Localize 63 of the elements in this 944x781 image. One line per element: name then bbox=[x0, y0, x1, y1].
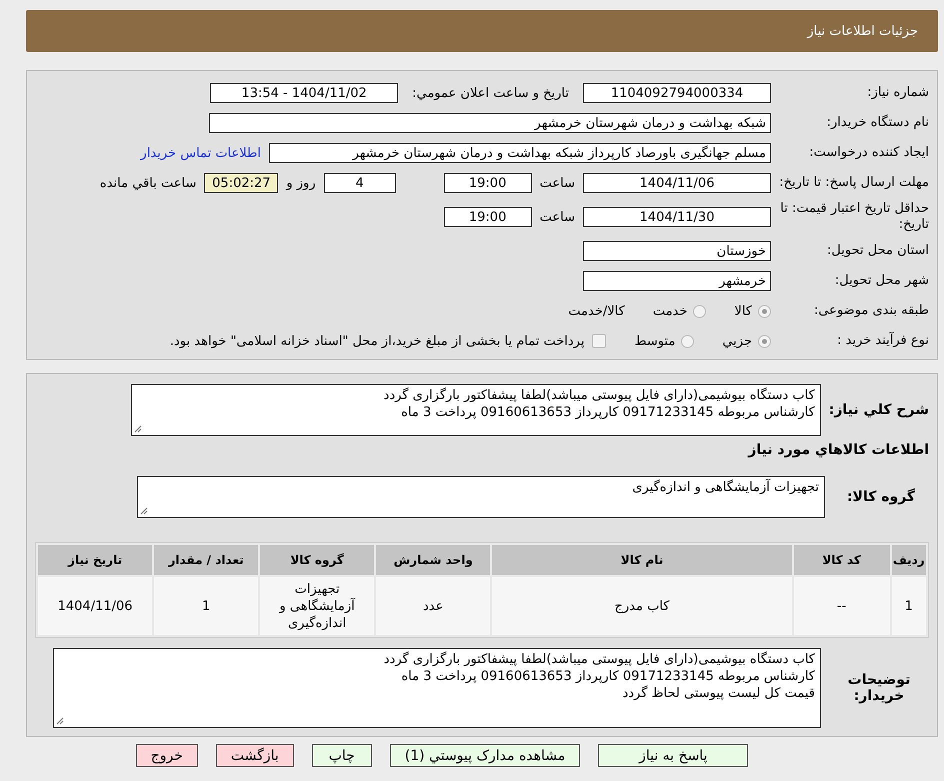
column-header: تاریخ نیاز bbox=[38, 545, 152, 575]
resize-grip-icon[interactable] bbox=[134, 425, 142, 433]
table-cell: 1 bbox=[154, 577, 258, 635]
option-label: جزيي bbox=[722, 334, 752, 348]
description-field: كاب دستگاه بیوشیمی(دارای فایل پیوستی میباشد)لطفا پیشفاکتور بارگزاری گردد کارشناس مربوطه 09171233145 کارپرداز 09160613653 پرداخت 3 ماه bbox=[130, 384, 821, 436]
field-label: نوع فرآیند خرید : bbox=[836, 333, 929, 349]
section-label: شرح كلي نیاز: bbox=[828, 402, 929, 418]
field-label: ایجاد کننده درخواست: bbox=[808, 145, 929, 161]
deadline-time-field: 19:00 bbox=[444, 173, 532, 193]
section-title: اطلاعات كالاهاي مورد نیاز bbox=[746, 442, 929, 458]
action-button[interactable]: خروج bbox=[136, 744, 198, 767]
action-button[interactable]: پاسخ به نیاز bbox=[598, 744, 748, 767]
city-field: خرمشهر bbox=[583, 271, 771, 291]
need-number-field: 1104092794000334 bbox=[583, 83, 771, 103]
buyer-name-field: شبکه بهداشت و درمان شهرستان خرمشهر bbox=[209, 113, 771, 133]
field-label: تاریخ و ساعت اعلان عمومي: bbox=[412, 86, 569, 100]
option-label: كالا/خدمت bbox=[568, 304, 625, 318]
payment-note: پرداخت تمام یا بخشی از مبلغ خرید،از محل "اسناد خزانه اسلامی" خواهد بود. bbox=[170, 334, 584, 348]
buyer-notes-field: کاب دستگاه بیوشیمی(دارای فایل پیوستی میباشد)لطفا پیشفاکتور بارگزاری گردد کارشناس مربوطه 09171233145 کارپرداز 09160613653 پرداخت 3 ماه قیمت کل لیست پیوستی لحاظ گردد bbox=[53, 648, 821, 728]
deadline-date-field: 1404/11/06 bbox=[583, 173, 771, 193]
validity-time-field: 19:00 bbox=[444, 207, 532, 227]
field-label: ساعت bbox=[540, 210, 575, 224]
section-label: توضیحات خریدار: bbox=[846, 672, 912, 704]
requester-field: مسلم جهانگیری باورصاد کارپرداز شبکه بهداشت و درمان شهرستان خرمشهر bbox=[269, 143, 771, 163]
column-header: تعداد / مقدار bbox=[154, 545, 258, 575]
field-label: استان محل تحویل: bbox=[826, 243, 929, 259]
field-label: نام دستگاه خریدار: bbox=[826, 115, 929, 131]
table-cell: 1 bbox=[892, 577, 926, 635]
option-label: خدمت bbox=[652, 304, 688, 318]
field-label: ساعت باقي مانده bbox=[100, 176, 196, 190]
option-label: كالا bbox=[734, 304, 752, 318]
action-button[interactable]: بازگشت bbox=[216, 744, 294, 767]
resize-grip-icon[interactable] bbox=[140, 507, 148, 515]
table-cell: عدد bbox=[376, 577, 490, 635]
resize-grip-icon[interactable] bbox=[56, 717, 64, 725]
column-header: گروه كالا bbox=[260, 545, 374, 575]
table-cell: -- bbox=[794, 577, 890, 635]
goods-group-field: تجهیزات آزمایشگاهی و اندازه‌گیری bbox=[137, 476, 825, 518]
province-field: خوزستان bbox=[583, 241, 771, 261]
days-field: 4 bbox=[324, 173, 396, 193]
field-label: حداقل تاریخ اعتبار قیمت: تا تاریخ: bbox=[779, 201, 929, 233]
option-label: متوسط bbox=[634, 334, 676, 348]
field-label: روز و bbox=[286, 176, 316, 190]
announce-date-field: 1404/11/02 - 13:54 bbox=[210, 83, 398, 103]
table-cell: 1404/11/06 bbox=[38, 577, 152, 635]
table-cell: کاب مدرج bbox=[492, 577, 792, 635]
action-button[interactable]: چاپ bbox=[312, 744, 372, 767]
page-title: جزئيات اطلاعات نیاز bbox=[807, 24, 918, 38]
field-label: طبقه بندی موضوعی: bbox=[812, 303, 929, 319]
column-header: نام كالا bbox=[492, 545, 792, 575]
field-label: شهر محل تحویل: bbox=[834, 273, 929, 289]
column-header: واحد شمارش bbox=[376, 545, 490, 575]
validity-date-field: 1404/11/30 bbox=[583, 207, 771, 227]
action-button[interactable]: مشاهده مدارک پیوستي (1) bbox=[390, 744, 580, 767]
remaining-time-field: 05:02:27 bbox=[204, 173, 278, 193]
field-label: شماره نیاز: bbox=[866, 85, 929, 101]
column-header: كد كالا bbox=[794, 545, 890, 575]
section-label: گروه كالا: bbox=[846, 489, 916, 505]
buyer-contact-link[interactable]: اطلاعات تماس خریدار bbox=[140, 146, 261, 160]
table-cell: تجهیزات آزمایشگاهی و اندازه‌گیری bbox=[260, 577, 374, 635]
field-label: مهلت ارسال پاسخ: تا تاریخ: bbox=[779, 175, 929, 191]
field-label: ساعت bbox=[540, 176, 575, 190]
column-header: رديف bbox=[892, 545, 926, 575]
